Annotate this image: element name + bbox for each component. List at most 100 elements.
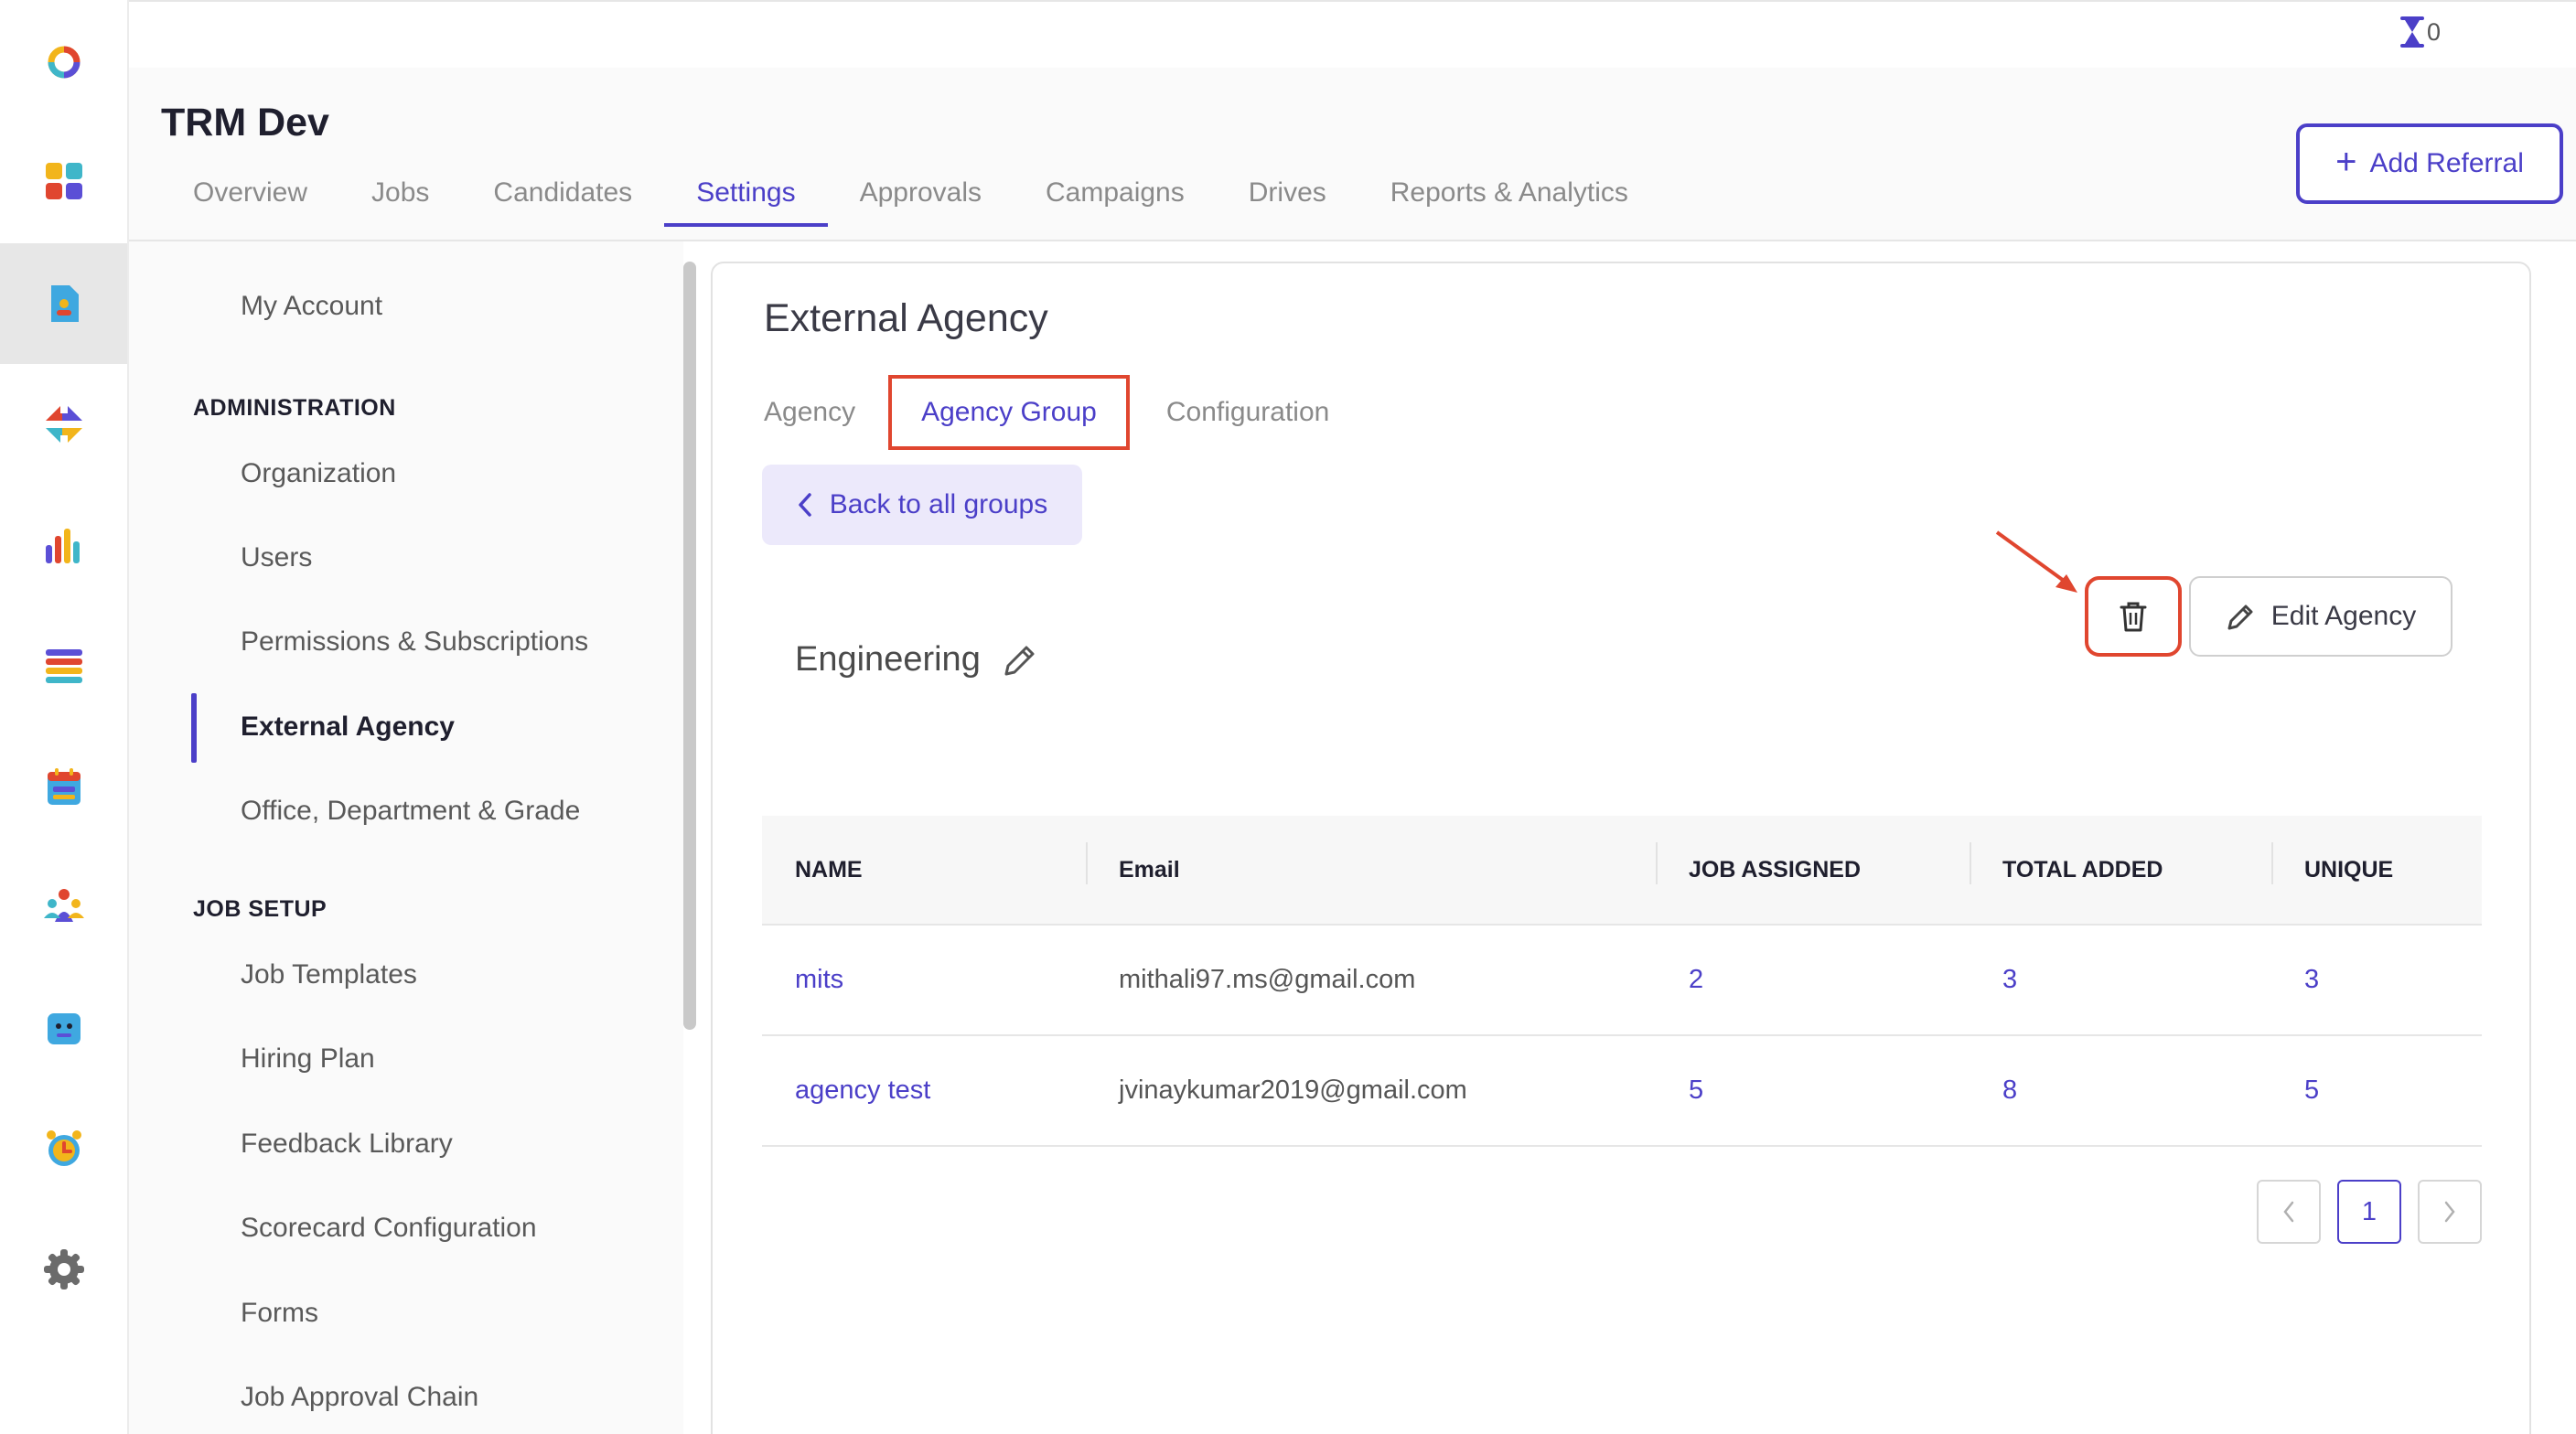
- subtab-configuration[interactable]: Configuration: [1166, 397, 1329, 428]
- alarm-clock-icon: [46, 1130, 81, 1166]
- column-header-job-assigned[interactable]: JOB ASSIGNED: [1656, 841, 1970, 884]
- settings-gear-icon: [43, 1249, 84, 1290]
- table-row: mits mithali97.ms@gmail.com 2 3 3: [762, 926, 2482, 1036]
- edit-agency-label: Edit Agency: [2270, 601, 2417, 631]
- chevron-right-icon: [2444, 1201, 2455, 1223]
- app-root: 0 TRM Dev Overview Jobs Candidates Setti…: [0, 0, 2576, 1434]
- timer-indicator[interactable]: 0: [2399, 16, 2441, 48]
- rail-referrals[interactable]: [0, 364, 127, 485]
- hourglass-icon: [2400, 16, 2424, 48]
- pencil-icon: [2227, 605, 2253, 630]
- tab-settings[interactable]: Settings: [664, 177, 829, 227]
- tab-campaigns[interactable]: Campaigns: [1014, 177, 1217, 225]
- nav-forms[interactable]: Forms: [241, 1298, 318, 1329]
- referrals-arrows-icon: [45, 406, 82, 443]
- nav-external-agency[interactable]: External Agency: [241, 712, 455, 743]
- tab-approvals[interactable]: Approvals: [828, 177, 1014, 225]
- group-name: Engineering: [795, 640, 981, 679]
- tab-reports-analytics[interactable]: Reports & Analytics: [1358, 177, 1660, 225]
- page-header: TRM Dev Overview Jobs Candidates Setting…: [129, 68, 2576, 241]
- agency-email: mithali97.ms@gmail.com: [1119, 965, 1416, 994]
- next-page-button[interactable]: [2418, 1180, 2482, 1244]
- analytics-bars-icon: [45, 529, 80, 563]
- table-header: NAME Email JOB ASSIGNED TOTAL ADDED UNIQ…: [762, 816, 2482, 926]
- rail-jobs[interactable]: [0, 243, 127, 364]
- rail-settings[interactable]: [0, 1209, 127, 1330]
- tab-drives[interactable]: Drives: [1217, 177, 1358, 225]
- agency-group-table: NAME Email JOB ASSIGNED TOTAL ADDED UNIQ…: [762, 816, 2482, 1147]
- back-to-groups-button[interactable]: Back to all groups: [762, 465, 1082, 545]
- unique-count: 5: [2304, 1076, 2320, 1105]
- list-icon: [45, 649, 82, 683]
- dashboard-icon: [45, 163, 82, 199]
- subtab-agency[interactable]: Agency: [764, 397, 855, 428]
- nav-feedback-library[interactable]: Feedback Library: [241, 1129, 453, 1160]
- trash-icon: [2120, 602, 2147, 632]
- column-header-email[interactable]: Email: [1086, 841, 1656, 884]
- chevron-left-icon: [799, 493, 811, 517]
- nav-permissions-subscriptions[interactable]: Permissions & Subscriptions: [241, 626, 588, 658]
- total-added-count: 8: [2002, 1076, 2018, 1105]
- page-title: TRM Dev: [161, 101, 329, 144]
- rail-alarm[interactable]: [0, 1088, 127, 1209]
- external-agency-card: External Agency Agency Agency Group Conf…: [711, 262, 2531, 1434]
- timer-count: 0: [2427, 17, 2442, 46]
- pencil-icon[interactable]: [1001, 641, 1039, 680]
- rail-analytics[interactable]: [0, 485, 127, 605]
- edit-agency-button[interactable]: Edit Agency: [2189, 576, 2453, 657]
- nav-section-job-setup: JOB SETUP: [193, 896, 327, 922]
- sub-tabs: Agency Agency Group Configuration: [764, 375, 1329, 450]
- unique-count: 3: [2304, 965, 2320, 994]
- settings-sidebar: My Account ADMINISTRATION Organization U…: [129, 241, 683, 1434]
- group-name-heading: Engineering: [795, 640, 1039, 680]
- subtab-agency-group[interactable]: Agency Group: [888, 375, 1130, 450]
- chevron-left-icon: [2283, 1201, 2294, 1223]
- rail-calendar[interactable]: [0, 726, 127, 847]
- icon-rail: [0, 0, 129, 1434]
- annotation-arrow: [1995, 530, 2077, 593]
- column-header-total-added[interactable]: TOTAL ADDED: [1970, 841, 2271, 884]
- jobs-doc-icon: [50, 285, 79, 322]
- rail-team[interactable]: [0, 847, 127, 968]
- back-label: Back to all groups: [829, 489, 1048, 519]
- job-assigned-count: 5: [1689, 1076, 1704, 1105]
- nav-scorecard-configuration[interactable]: Scorecard Configuration: [241, 1213, 537, 1244]
- pagination: 1: [2257, 1180, 2482, 1244]
- agency-name-link[interactable]: mits: [762, 965, 1086, 995]
- agency-email: jvinaykumar2019@gmail.com: [1119, 1076, 1467, 1105]
- prev-page-button[interactable]: [2257, 1180, 2321, 1244]
- app-logo[interactable]: [0, 2, 127, 123]
- sidebar-scrollbar[interactable]: [683, 262, 696, 1030]
- rail-list[interactable]: [0, 605, 127, 726]
- nav-my-account[interactable]: My Account: [241, 291, 382, 322]
- tab-overview[interactable]: Overview: [161, 177, 339, 225]
- add-referral-label: Add Referral: [2369, 148, 2524, 178]
- nav-users[interactable]: Users: [241, 542, 312, 573]
- rail-dashboard[interactable]: [0, 121, 127, 241]
- nav-active-indicator: [191, 693, 197, 763]
- plus-icon: +: [2335, 142, 2357, 182]
- page-button-current[interactable]: 1: [2337, 1180, 2401, 1244]
- column-header-name[interactable]: NAME: [762, 857, 1086, 883]
- add-referral-button[interactable]: + Add Referral: [2296, 123, 2563, 204]
- nav-job-approval-chain[interactable]: Job Approval Chain: [241, 1382, 478, 1413]
- top-utility-bar: 0: [129, 0, 2576, 68]
- calendar-icon: [47, 768, 80, 805]
- total-added-count: 3: [2002, 965, 2018, 994]
- nav-office-department-grade[interactable]: Office, Department & Grade: [241, 796, 580, 827]
- tab-jobs[interactable]: Jobs: [339, 177, 461, 225]
- team-icon: [43, 889, 84, 922]
- table-row: agency test jvinaykumar2019@gmail.com 5 …: [762, 1036, 2482, 1147]
- nav-section-administration: ADMINISTRATION: [193, 395, 396, 421]
- column-header-unique[interactable]: UNIQUE: [2271, 841, 2482, 884]
- agency-name-link[interactable]: agency test: [762, 1076, 1086, 1106]
- nav-hiring-plan[interactable]: Hiring Plan: [241, 1043, 375, 1075]
- app-logo-icon: [48, 46, 80, 79]
- job-assigned-count: 2: [1689, 965, 1704, 994]
- rail-bot[interactable]: [0, 968, 127, 1088]
- nav-job-templates[interactable]: Job Templates: [241, 959, 417, 990]
- delete-group-button[interactable]: [2085, 576, 2182, 657]
- bot-icon: [47, 1013, 80, 1044]
- tab-candidates[interactable]: Candidates: [461, 177, 664, 225]
- nav-organization[interactable]: Organization: [241, 458, 396, 489]
